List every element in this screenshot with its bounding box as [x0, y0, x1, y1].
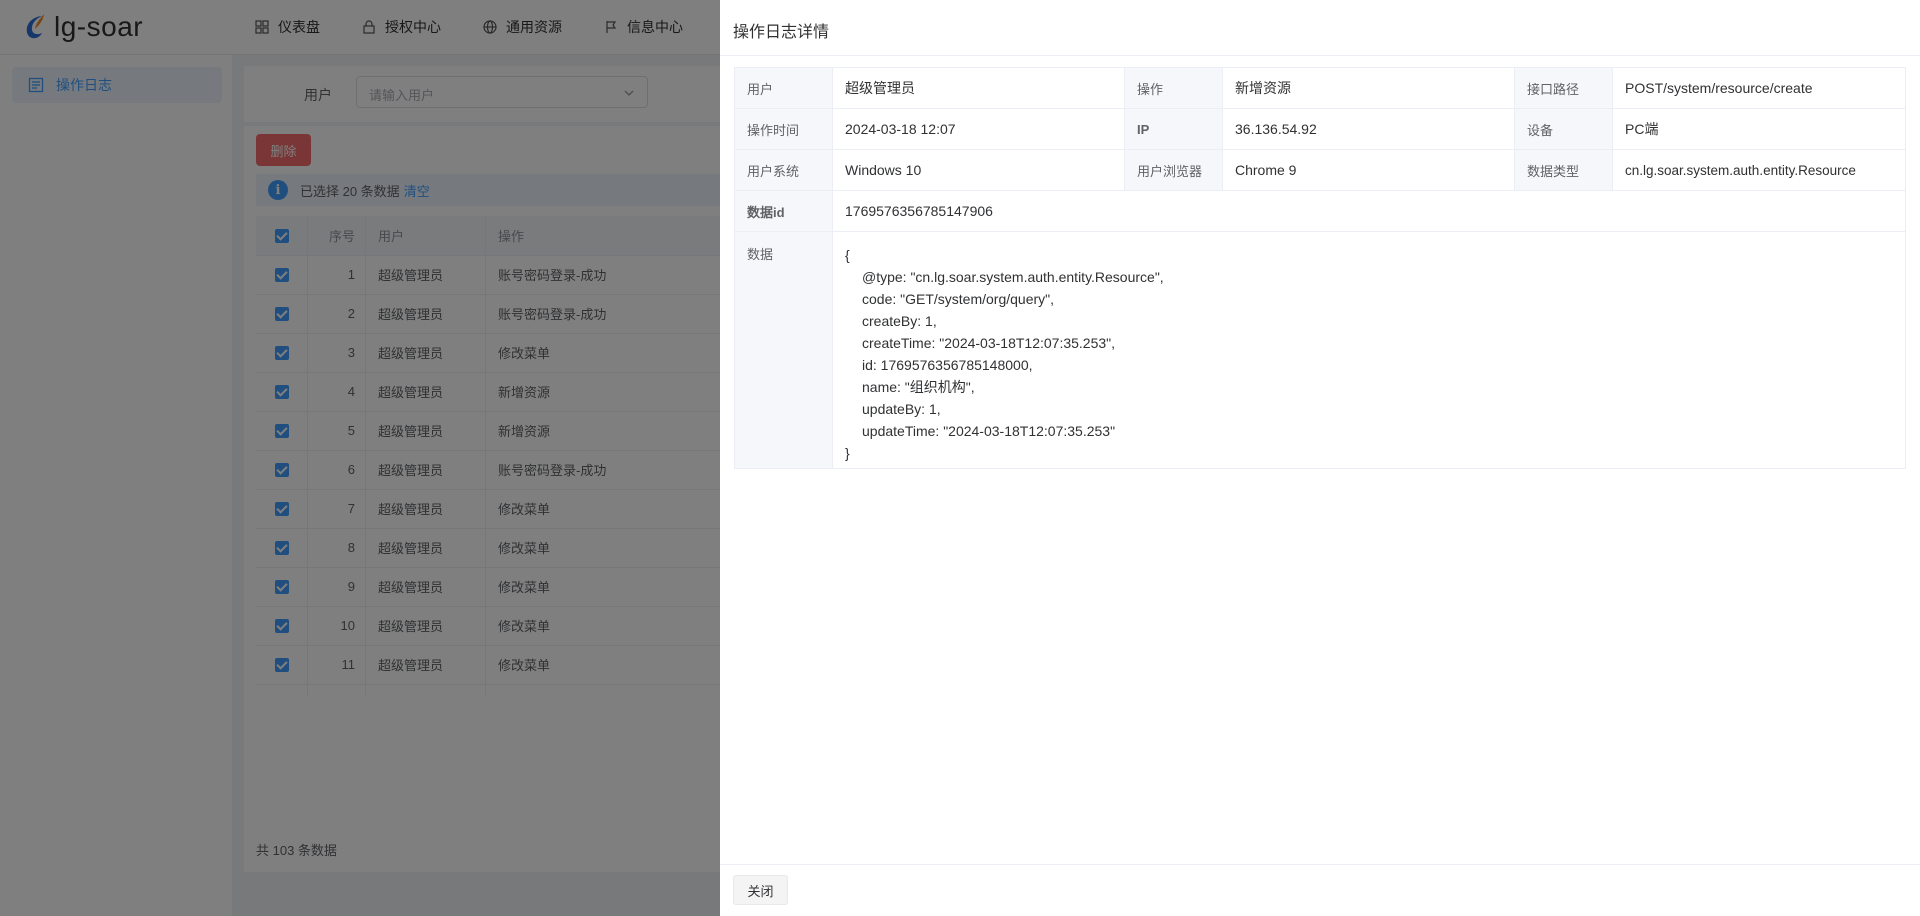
detail-value-data-id: 1769576356785147906 [845, 203, 993, 219]
detail-value-op: 新增资源 [1223, 68, 1515, 108]
detail-value-user: 超级管理员 [833, 68, 1125, 108]
json-line: updateTime: "2024-03-18T12:07:35.253" [862, 423, 1116, 439]
json-line: updateBy: 1, [862, 401, 941, 417]
detail-label-os: 用户系统 [735, 150, 833, 190]
detail-label-data-id: 数据id [735, 191, 833, 231]
detail-value-data: { @type: "cn.lg.soar.system.auth.entity.… [833, 232, 1905, 468]
json-line: name: "组织机构", [862, 379, 975, 395]
detail-label-path: 接口路径 [1515, 68, 1613, 108]
log-detail-drawer: 操作日志详情 用户 超级管理员 操作 新增资源 接口路径 POST/system… [720, 0, 1920, 916]
json-line: { [845, 247, 850, 263]
detail-row: 操作时间 2024-03-18 12:07 IP 36.136.54.92 设备… [735, 109, 1905, 150]
detail-value-ip: 36.136.54.92 [1223, 109, 1515, 149]
json-line: createBy: 1, [862, 313, 937, 329]
detail-value-path: POST/system/resource/create [1625, 80, 1813, 96]
drawer-title: 操作日志详情 [733, 24, 830, 41]
detail-value-os: Windows 10 [833, 150, 1125, 190]
detail-label-data-type: 数据类型 [1515, 150, 1613, 190]
detail-value-time: 2024-03-18 12:07 [833, 109, 1125, 149]
detail-label-ip: IP [1125, 109, 1223, 149]
detail-row: 用户系统 Windows 10 用户浏览器 Chrome 9 数据类型 cn.l… [735, 150, 1905, 191]
json-line: } [845, 445, 850, 461]
json-line: id: 1769576356785148000, [862, 357, 1033, 373]
detail-row: 数据 { @type: "cn.lg.soar.system.auth.enti… [735, 232, 1905, 468]
json-line: code: "GET/system/org/query", [862, 291, 1055, 307]
json-data-block: { @type: "cn.lg.soar.system.auth.entity.… [845, 244, 1164, 464]
detail-row: 用户 超级管理员 操作 新增资源 接口路径 POST/system/resour… [735, 68, 1905, 109]
detail-label-time: 操作时间 [735, 109, 833, 149]
detail-label-device: 设备 [1515, 109, 1613, 149]
detail-label-op: 操作 [1125, 68, 1223, 108]
detail-label-data: 数据 [735, 232, 833, 468]
json-line: createTime: "2024-03-18T12:07:35.253", [862, 335, 1116, 351]
detail-row: 数据id 1769576356785147906 [735, 191, 1905, 232]
json-line: @type: "cn.lg.soar.system.auth.entity.Re… [862, 269, 1164, 285]
detail-label-user: 用户 [735, 68, 833, 108]
detail-value-browser: Chrome 9 [1223, 150, 1515, 190]
detail-descriptions: 用户 超级管理员 操作 新增资源 接口路径 POST/system/resour… [734, 67, 1906, 469]
detail-value-data-type: cn.lg.soar.system.auth.entity.Resource [1625, 162, 1856, 178]
close-button[interactable]: 关闭 [733, 875, 788, 905]
divider [720, 864, 1920, 865]
detail-label-browser: 用户浏览器 [1125, 150, 1223, 190]
divider [720, 55, 1920, 56]
detail-value-device: PC端 [1625, 121, 1659, 137]
